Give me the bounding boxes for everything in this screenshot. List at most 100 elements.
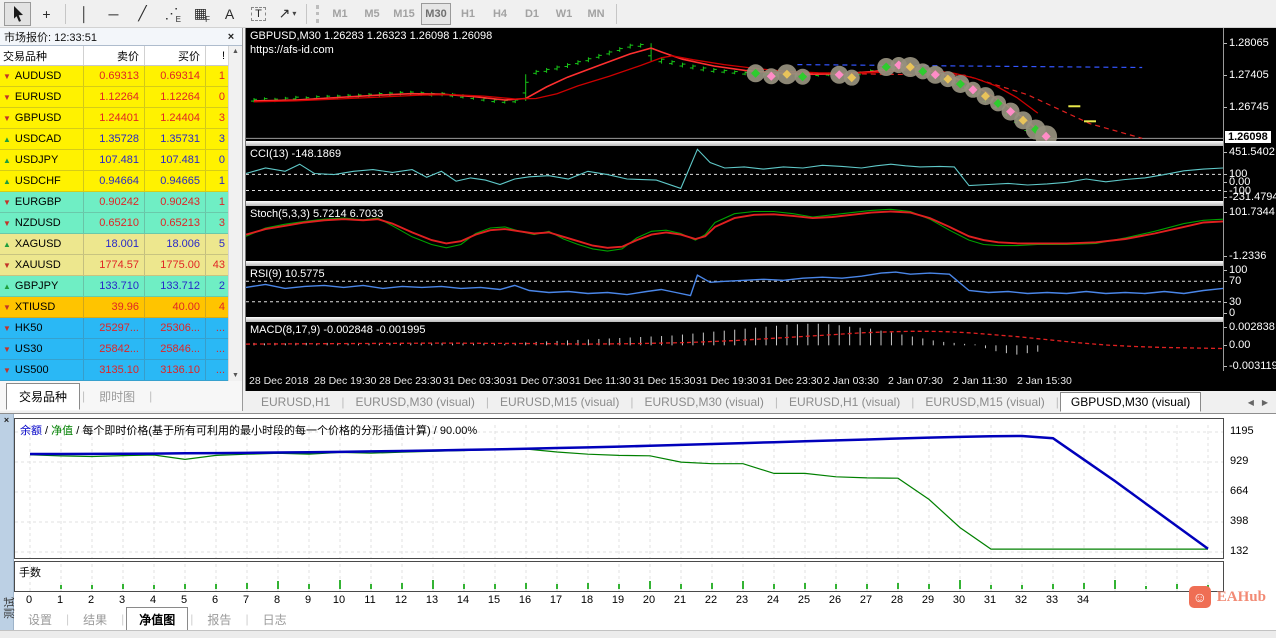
- tester-tab-3[interactable]: 报告: [195, 608, 243, 631]
- table-row[interactable]: ▼AUDUSD0.693130.693141: [0, 66, 242, 87]
- tester-tab-0[interactable]: 设置: [16, 608, 64, 631]
- cursor-icon[interactable]: [4, 2, 31, 26]
- market-watch-title: 市场报价: 12:33:51: [4, 29, 97, 45]
- table-row[interactable]: ▼EURUSD1.122641.122640: [0, 87, 242, 108]
- bid-value: 39.96: [84, 297, 145, 317]
- legend-sep3: /: [431, 425, 440, 437]
- timeframe-m30-button[interactable]: M30: [421, 3, 451, 25]
- x-axis-label: 6: [212, 594, 218, 606]
- tester-close-icon[interactable]: ×: [0, 415, 13, 425]
- arrows-icon[interactable]: ↗▾: [274, 2, 301, 26]
- ask-value: 3136.10: [145, 360, 206, 380]
- brand-badge: ☺ EAHub: [1189, 586, 1266, 608]
- timeframe-m5-button[interactable]: M5: [357, 3, 387, 25]
- x-axis-label: 31: [984, 594, 996, 606]
- bid-value: 0.94664: [84, 171, 145, 191]
- table-row[interactable]: ▼XTIUSD39.9640.004: [0, 297, 242, 318]
- crosshair-icon[interactable]: +: [33, 2, 60, 26]
- x-axis-label: 26: [829, 594, 841, 606]
- table-row[interactable]: ▼US3025842...25846......: [0, 339, 242, 360]
- brand-name: EAHub: [1217, 589, 1266, 606]
- tester-tab-1[interactable]: 结果: [71, 608, 119, 631]
- ask-value: 107.481: [145, 150, 206, 170]
- axis-value: -0.003119: [1229, 360, 1276, 372]
- tab-separator: |: [630, 395, 633, 409]
- x-axis-label: 11: [364, 594, 375, 606]
- tab-scroll-left-icon[interactable]: ◀: [1248, 398, 1254, 407]
- timeframe-mn-button[interactable]: MN: [581, 3, 611, 25]
- table-row[interactable]: ▼GBPUSD1.244011.244043: [0, 108, 242, 129]
- table-row[interactable]: ▼US5003135.103136.10...: [0, 360, 242, 381]
- table-row[interactable]: ▲XAGUSD18.00118.0065: [0, 234, 242, 255]
- text-icon[interactable]: A: [216, 2, 243, 26]
- date-label: 28 Dec 23:30: [379, 375, 441, 387]
- chart-tab-2[interactable]: EURUSD,M15 (visual): [490, 393, 629, 411]
- tester-tab-2[interactable]: 净值图: [126, 607, 188, 632]
- tester-tab-4[interactable]: 日志: [251, 608, 299, 631]
- mw-col-header: !: [206, 46, 229, 65]
- toolbar-separator: [65, 4, 66, 24]
- legend-desc: 每个即时价格(基于所有可利用的最小时段的每一个价格的分形插值计算): [82, 425, 430, 437]
- chart-tab-6[interactable]: GBPUSD,M30 (visual): [1060, 392, 1201, 412]
- x-axis-label: 4: [150, 594, 156, 606]
- scroll-up-icon[interactable]: ▲: [232, 48, 239, 55]
- date-label: 2 Jan 07:30: [888, 375, 943, 387]
- timeframe-h4-button[interactable]: H4: [485, 3, 515, 25]
- market-watch-close-icon[interactable]: ×: [224, 31, 238, 43]
- indicator-label: Stoch(5,3,3) 5.7214 6.7033: [250, 208, 383, 220]
- axis-value: 70: [1229, 275, 1241, 287]
- table-row[interactable]: ▲GBPJPY133.710133.7122: [0, 276, 242, 297]
- market-watch-tab-1[interactable]: 即时图: [87, 384, 147, 409]
- vertical-line-icon[interactable]: │: [71, 2, 98, 26]
- table-row[interactable]: ▼NZDUSD0.652100.652133: [0, 213, 242, 234]
- x-axis-label: 2: [88, 594, 94, 606]
- timeframe-m1-button[interactable]: M1: [325, 3, 355, 25]
- horizontal-line-icon[interactable]: ─: [100, 2, 127, 26]
- date-axis: 28 Dec 201828 Dec 19:3028 Dec 23:3031 De…: [246, 371, 1223, 391]
- market-watch-rows: ▼AUDUSD0.693130.693141▼EURUSD1.122641.12…: [0, 66, 242, 381]
- spread-value: ...: [206, 318, 229, 338]
- market-watch-scrollbar[interactable]: ▲ ▼: [228, 46, 242, 381]
- chart-tab-1[interactable]: EURUSD,M30 (visual): [345, 393, 484, 411]
- fibonacci-icon[interactable]: ⋰E: [158, 2, 185, 26]
- x-axis-label: 21: [674, 594, 686, 606]
- table-row[interactable]: ▲USDJPY107.481107.4810: [0, 150, 242, 171]
- x-axis-label: 29: [922, 594, 934, 606]
- axis-value: 451.5402: [1229, 146, 1275, 158]
- chart-tab-5[interactable]: EURUSD,M15 (visual): [915, 393, 1054, 411]
- stoch-canvas: [246, 206, 1223, 261]
- label-icon[interactable]: T: [245, 2, 272, 26]
- table-row[interactable]: ▼XAUUSD1774.571775.0043: [0, 255, 242, 276]
- legend-percent: 90.00%: [440, 425, 477, 437]
- timeframe-h1-button[interactable]: H1: [453, 3, 483, 25]
- tab-scroll-buttons: ◀▶: [1248, 398, 1276, 407]
- trendline-icon[interactable]: ╱: [129, 2, 156, 26]
- table-row[interactable]: ▼EURGBP0.902420.902431: [0, 192, 242, 213]
- timeframe-d1-button[interactable]: D1: [517, 3, 547, 25]
- table-row[interactable]: ▼HK5025297...25306......: [0, 318, 242, 339]
- arrow-down-icon: ▼: [3, 198, 11, 207]
- bid-value: 107.481: [84, 150, 145, 170]
- equity-x-axis: 0123456789101112131415161718192021222324…: [14, 594, 1224, 607]
- chart-tab-4[interactable]: EURUSD,H1 (visual): [779, 393, 910, 411]
- cci-pane: CCI(13) -148.1869: [246, 146, 1223, 201]
- tab-separator: |: [911, 395, 914, 409]
- grid-icon[interactable]: ▦F: [187, 2, 214, 26]
- bid-value: 133.710: [84, 276, 145, 296]
- table-row[interactable]: ▲USDCHF0.946640.946651: [0, 171, 242, 192]
- axis-value: 1.26745: [1229, 101, 1269, 113]
- market-watch-tab-0[interactable]: 交易品种: [6, 383, 80, 410]
- bid-value: 1.12264: [84, 87, 145, 107]
- timeframe-w1-button[interactable]: W1: [549, 3, 579, 25]
- bid-value: 1.35728: [84, 129, 145, 149]
- market-watch-titlebar: 市场报价: 12:33:51 ×: [0, 28, 242, 46]
- tab-scroll-right-icon[interactable]: ▶: [1262, 398, 1268, 407]
- scroll-down-icon[interactable]: ▼: [232, 372, 239, 379]
- x-axis-label: 15: [488, 594, 500, 606]
- chart-tab-0[interactable]: EURUSD,H1: [251, 393, 340, 411]
- table-row[interactable]: ▲USDCAD1.357281.357313: [0, 129, 242, 150]
- axis-value: -231.4794: [1229, 191, 1276, 203]
- date-label: 31 Dec 11:30: [569, 375, 631, 387]
- chart-tab-3[interactable]: EURUSD,M30 (visual): [634, 393, 773, 411]
- timeframe-m15-button[interactable]: M15: [389, 3, 419, 25]
